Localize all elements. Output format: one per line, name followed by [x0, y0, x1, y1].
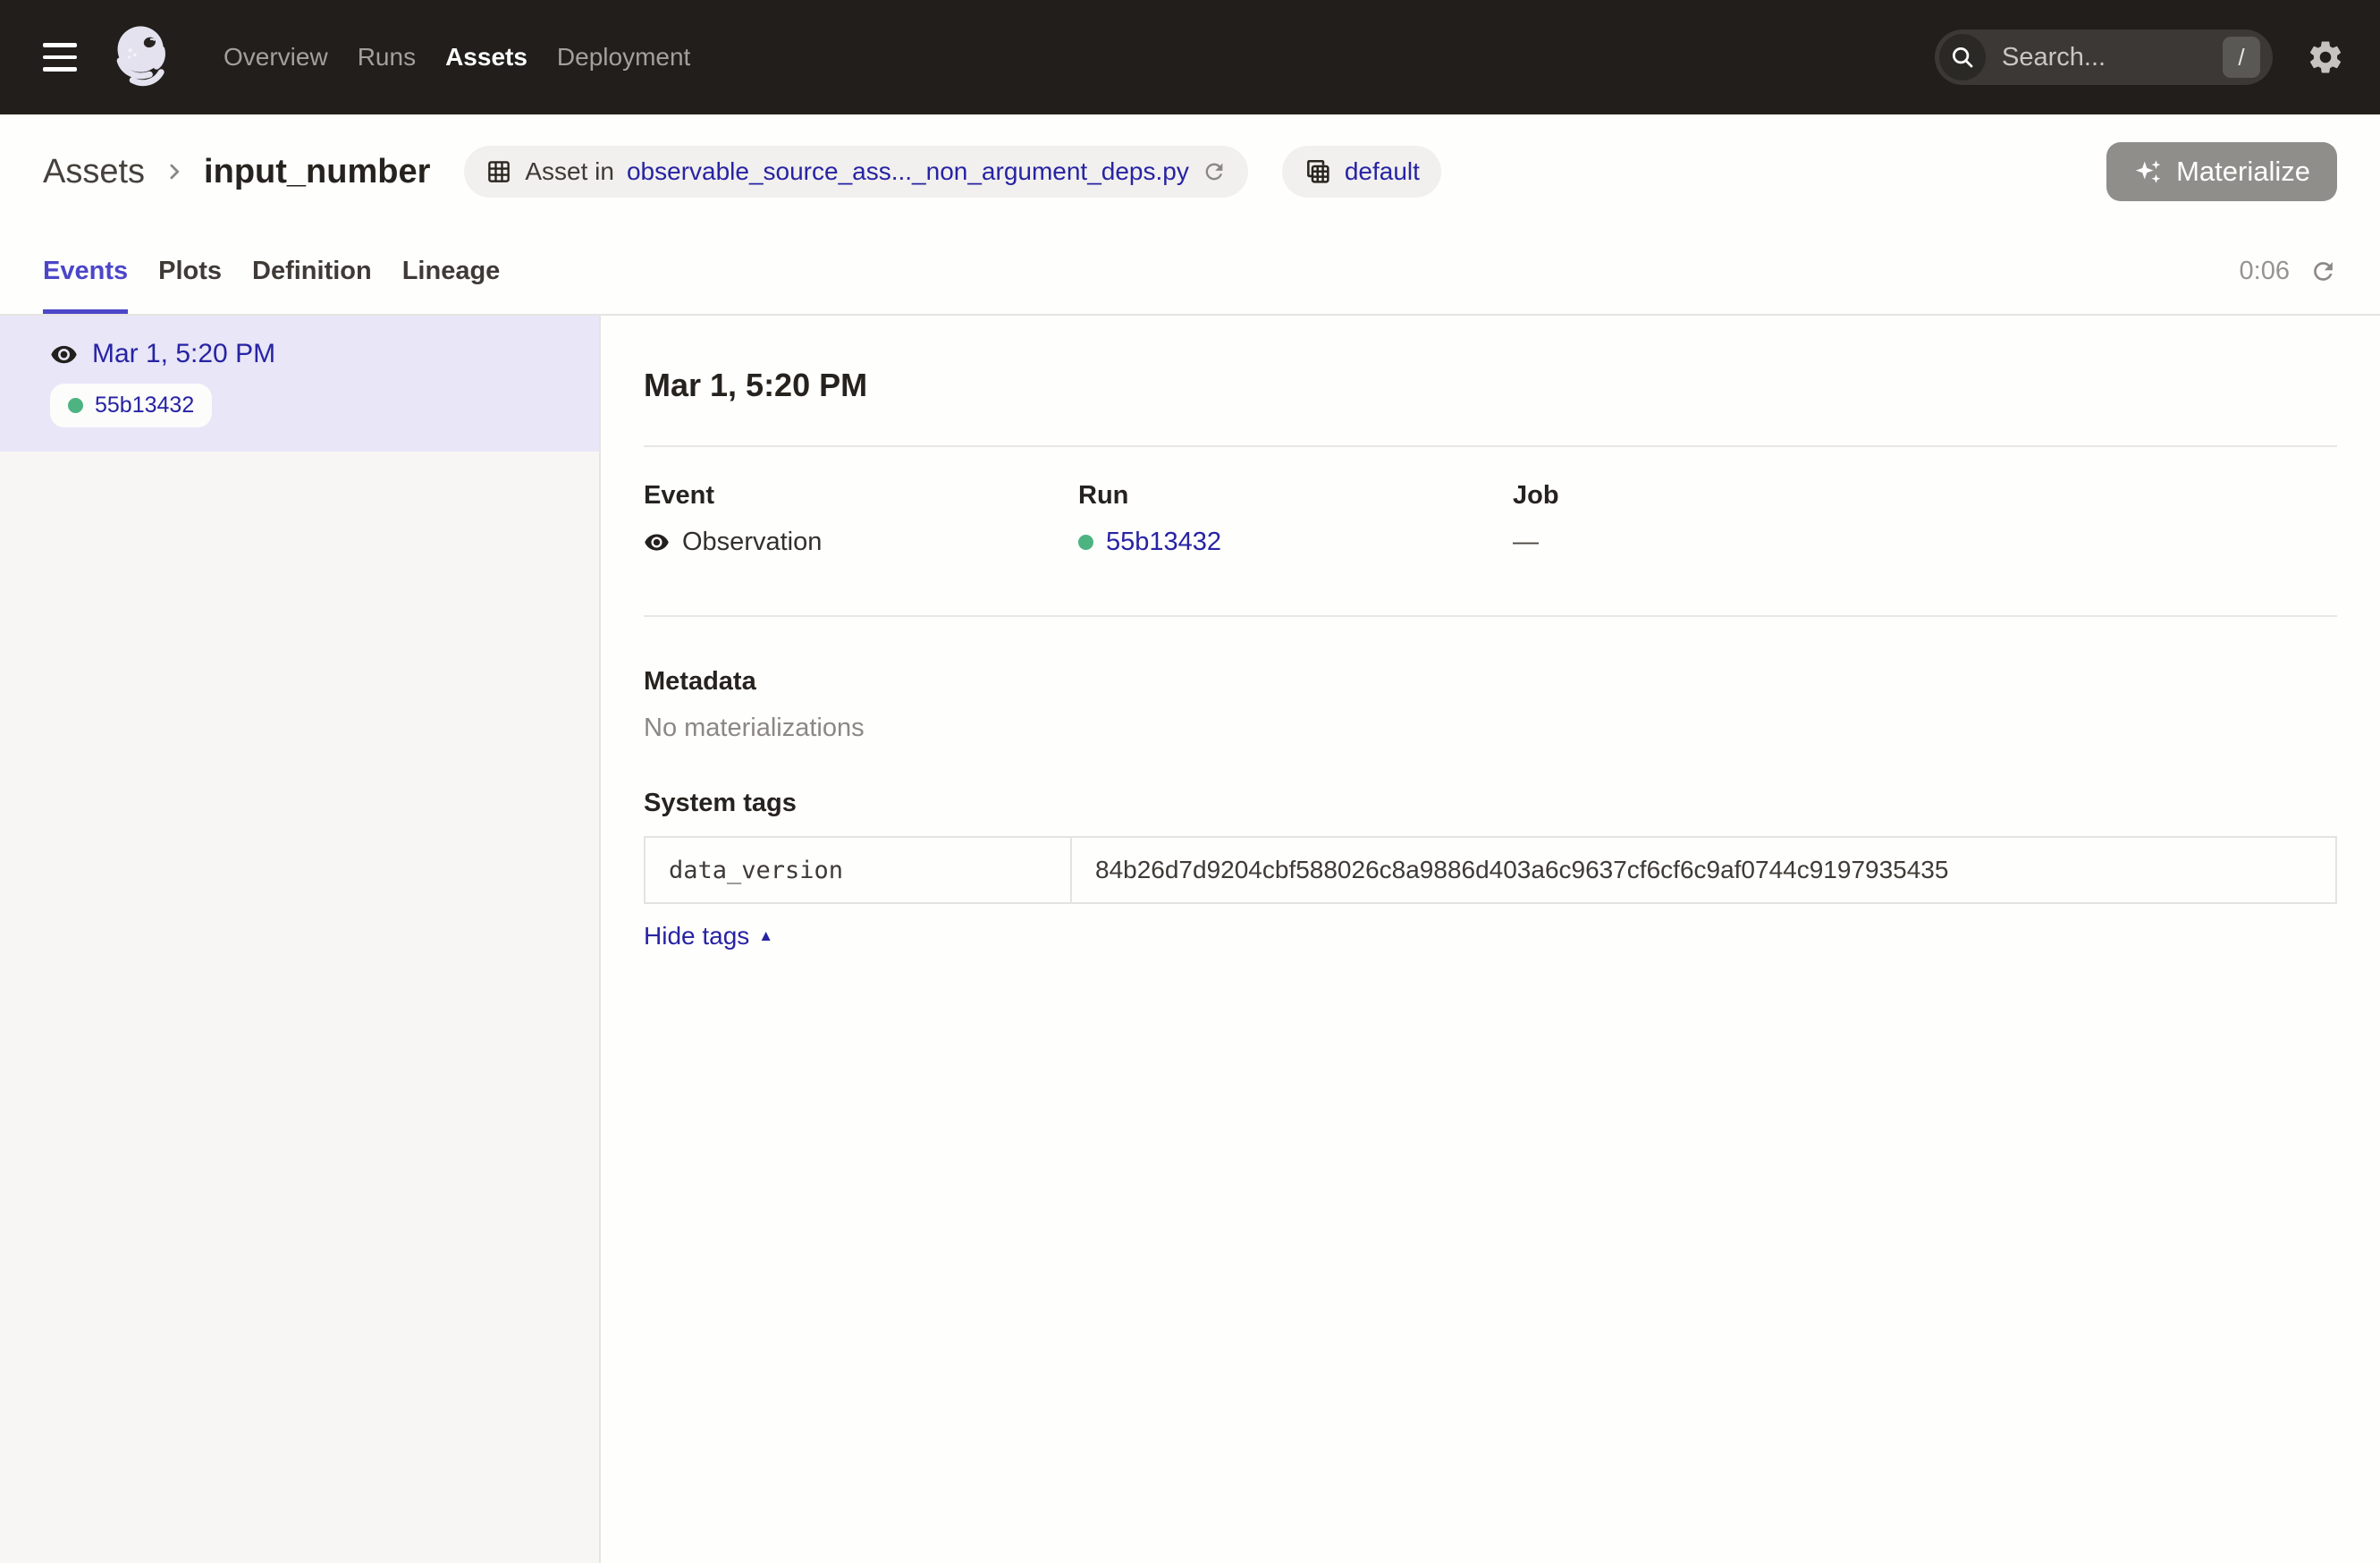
run-id-label: 55b13432 [95, 393, 194, 418]
materialize-label: Materialize [2176, 156, 2310, 188]
code-location-pill: default [1282, 146, 1441, 198]
gear-icon [2307, 38, 2344, 76]
event-detail-title: Mar 1, 5:20 PM [644, 366, 2337, 405]
table-grid-icon [485, 158, 512, 185]
code-location-link[interactable]: default [1345, 157, 1420, 186]
dagster-logo[interactable] [107, 21, 181, 94]
breadcrumb-assets-link[interactable]: Assets [43, 153, 145, 191]
search-input[interactable]: Search... / [1935, 30, 2273, 85]
run-id-link[interactable]: 55b13432 [1106, 524, 1221, 560]
menu-button[interactable] [43, 43, 77, 72]
event-detail-panel: Mar 1, 5:20 PM Event Observation Run 55b… [601, 316, 2380, 1563]
asset-location-pill: Asset in observable_source_ass..._non_ar… [464, 146, 1247, 198]
caret-up-icon: ▲ [758, 927, 773, 945]
asset-file-link[interactable]: observable_source_ass..._non_argument_de… [627, 157, 1189, 186]
job-empty-value: — [1513, 524, 1539, 560]
asset-header: Assets input_number Asset in observable_… [0, 114, 2380, 229]
repo-icon [1304, 157, 1332, 186]
eye-icon [50, 341, 78, 368]
refresh-icon [2309, 258, 2337, 285]
divider [644, 615, 2337, 617]
job-column-header: Job [1513, 479, 2337, 511]
hamburger-icon [43, 43, 77, 47]
event-type-value: Observation [682, 524, 822, 560]
refresh-timer: 0:06 [2240, 257, 2290, 286]
metadata-empty-message: No materializations [644, 712, 2337, 744]
page-title: input_number [204, 153, 430, 191]
eye-icon [644, 529, 670, 555]
nav-item-overview[interactable]: Overview [224, 43, 328, 72]
reload-location-button[interactable] [1202, 159, 1227, 184]
metadata-heading: Metadata [644, 665, 2337, 697]
run-status-dot [1078, 535, 1093, 550]
nav-item-runs[interactable]: Runs [358, 43, 416, 72]
event-column-header: Event [644, 479, 1078, 511]
divider [644, 445, 2337, 447]
nav-item-assets[interactable]: Assets [445, 43, 527, 72]
run-column: Run 55b13432 [1078, 479, 1513, 560]
search-icon [1949, 44, 1976, 71]
asset-in-label: Asset in [525, 157, 614, 186]
primary-nav: Overview Runs Assets Deployment [224, 43, 690, 72]
tabs-bar: Events Plots Definition Lineage 0:06 [0, 229, 2380, 316]
tag-value-cell: 84b26d7d9204cbf588026c8a9886d403a6c9637c… [1072, 838, 2335, 902]
tab-events[interactable]: Events [43, 229, 128, 314]
system-tags-heading: System tags [644, 787, 2337, 819]
tab-lineage[interactable]: Lineage [402, 229, 501, 314]
run-column-header: Run [1078, 479, 1513, 511]
search-shortcut-key: / [2223, 37, 2260, 78]
job-column: Job — [1513, 479, 2337, 560]
chevron-right-icon [161, 158, 188, 185]
run-tag[interactable]: 55b13432 [50, 384, 212, 427]
nav-item-deployment[interactable]: Deployment [557, 43, 690, 72]
refresh-icon [1202, 159, 1227, 184]
tab-definition[interactable]: Definition [252, 229, 372, 314]
hide-tags-link[interactable]: Hide tags ▲ [644, 922, 773, 950]
hide-tags-label: Hide tags [644, 922, 749, 950]
sparkle-icon [2133, 156, 2164, 187]
breadcrumb: Assets input_number [43, 153, 430, 191]
tab-plots[interactable]: Plots [158, 229, 222, 314]
tag-key-cell: data_version [646, 838, 1072, 902]
event-list-sidebar: Mar 1, 5:20 PM 55b13432 [0, 316, 601, 1563]
event-list-item-selected[interactable]: Mar 1, 5:20 PM 55b13432 [0, 316, 599, 452]
refresh-button[interactable] [2309, 258, 2337, 285]
run-status-dot [68, 398, 83, 413]
search-placeholder: Search... [2002, 43, 2223, 72]
event-timestamp-link[interactable]: Mar 1, 5:20 PM [92, 339, 275, 369]
settings-button[interactable] [2307, 38, 2344, 76]
top-nav: Overview Runs Assets Deployment Search..… [0, 0, 2380, 114]
materialize-button[interactable]: Materialize [2106, 142, 2337, 201]
event-column: Event Observation [644, 479, 1078, 560]
octopus-icon [107, 21, 181, 94]
system-tags-table: data_version 84b26d7d9204cbf588026c8a988… [644, 836, 2337, 904]
